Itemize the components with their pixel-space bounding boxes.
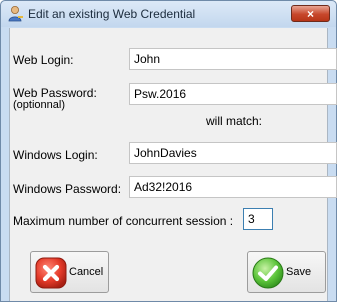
will-match-text: will match: xyxy=(206,114,263,128)
cancel-x-icon xyxy=(35,257,67,289)
windows-password-field[interactable] xyxy=(129,176,337,198)
save-button-label: Save xyxy=(286,266,312,278)
title-bar[interactable]: Edit an existing Web Credential × xyxy=(1,1,336,27)
user-key-icon xyxy=(8,6,23,22)
close-icon: × xyxy=(306,6,314,21)
cancel-button-label: Cancel xyxy=(69,266,104,278)
check-icon xyxy=(252,257,284,289)
windows-login-field[interactable] xyxy=(129,142,337,164)
cancel-button[interactable]: Cancel xyxy=(30,251,109,293)
window-title: Edit an existing Web Credential xyxy=(28,7,196,21)
web-login-label: Web Login: xyxy=(13,53,74,67)
close-button[interactable]: × xyxy=(291,5,330,22)
web-password-note: (optionnal) xyxy=(13,99,65,111)
save-button[interactable]: Save xyxy=(247,251,326,293)
max-sessions-label: Maximum number of concurrent session : xyxy=(13,214,234,228)
max-sessions-field[interactable] xyxy=(243,208,273,230)
web-password-field[interactable] xyxy=(129,83,337,105)
dialog-body: Web Login: Web Password: (optionnal) wil… xyxy=(9,28,337,301)
web-login-field[interactable] xyxy=(129,48,337,70)
dialog-window: Edit an existing Web Credential × Web Lo… xyxy=(0,0,337,302)
windows-login-label: Windows Login: xyxy=(13,148,98,162)
windows-password-label: Windows Password: xyxy=(13,182,122,196)
